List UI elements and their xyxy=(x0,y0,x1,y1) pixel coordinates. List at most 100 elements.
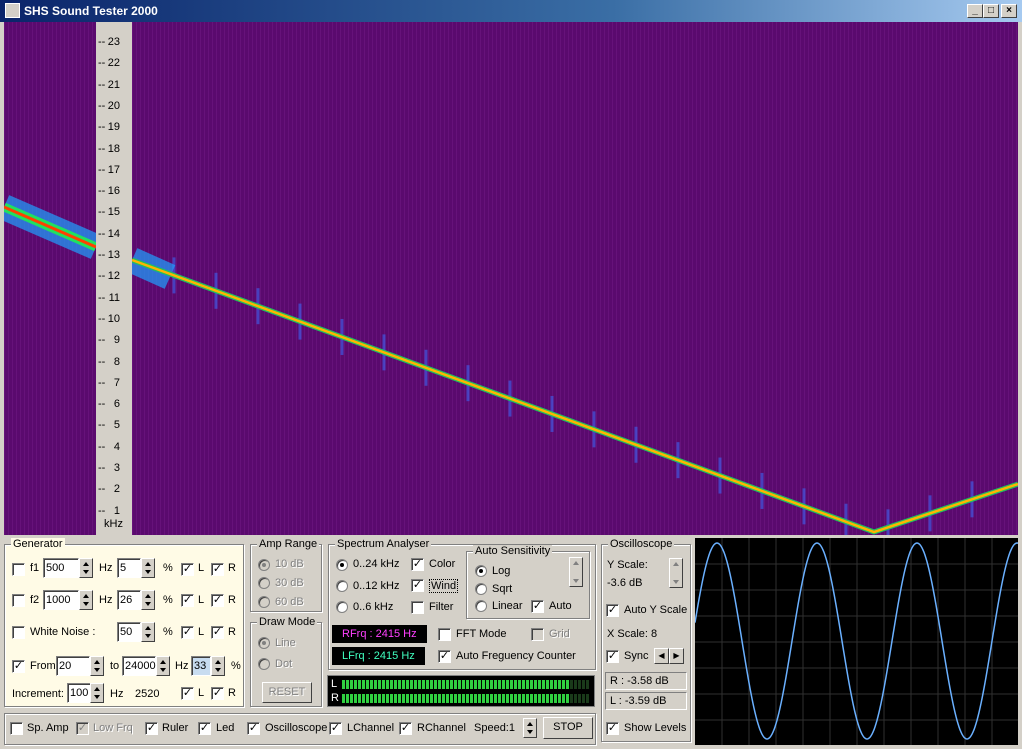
ruler-tick-label: 22 xyxy=(107,57,120,70)
right-frequency-readout: RFrq : 2415 Hz xyxy=(332,625,427,643)
amp-30db-radio[interactable] xyxy=(258,577,270,589)
sweep-from-spinner[interactable] xyxy=(90,656,104,676)
amp-range-title: Amp Range xyxy=(257,538,320,550)
sweep-left-checkbox[interactable]: ✓ xyxy=(181,687,194,700)
sweep-right-checkbox[interactable]: ✓ xyxy=(211,687,224,700)
range-12khz-radio[interactable] xyxy=(336,580,348,592)
f2-level-input[interactable]: 26 xyxy=(117,590,141,610)
app-icon xyxy=(5,3,20,18)
sweep-left-label: L xyxy=(198,687,205,699)
sweep-to-spinner[interactable] xyxy=(156,656,170,676)
white-noise-level-input[interactable]: 50 xyxy=(117,622,141,642)
sens-linear-radio[interactable] xyxy=(475,600,487,612)
sweep-unit: Hz xyxy=(175,660,189,672)
speed-spinner[interactable] xyxy=(523,718,537,738)
f1-left-checkbox[interactable]: ✓ xyxy=(181,563,194,576)
lchannel-label: LChannel xyxy=(347,722,395,734)
meter-right-fill xyxy=(342,694,571,703)
color-label: Color xyxy=(429,558,456,570)
maximize-button[interactable]: □ xyxy=(983,4,999,18)
f1-frequency-spinner[interactable] xyxy=(79,558,93,578)
speed-label: Speed:1 xyxy=(474,722,515,734)
lchannel-checkbox[interactable]: ✓ xyxy=(329,722,342,735)
white-noise-level-spinner[interactable] xyxy=(141,622,155,642)
sweep-from-label: From xyxy=(30,660,56,672)
range-6khz-radio[interactable] xyxy=(336,601,348,613)
draw-dot-radio[interactable] xyxy=(258,658,270,670)
sens-sqrt-label: Sqrt xyxy=(492,583,513,595)
auto-frequency-counter-checkbox[interactable]: ✓ xyxy=(438,650,451,663)
sync-left-arrow-icon[interactable]: ◀ xyxy=(654,648,669,664)
f1-level-spinner[interactable] xyxy=(141,558,155,578)
range-24khz-radio[interactable] xyxy=(336,559,348,571)
ruler-tick-label: 21 xyxy=(107,78,120,91)
left-level-readout: L : -3.59 dB xyxy=(605,692,687,710)
led-checkbox[interactable]: ✓ xyxy=(198,722,211,735)
ruler-checkbox[interactable]: ✓ xyxy=(145,722,158,735)
reset-button[interactable]: RESET xyxy=(262,682,312,703)
wind-checkbox[interactable]: ✓ xyxy=(411,579,424,592)
white-noise-left-checkbox[interactable]: ✓ xyxy=(181,626,194,639)
f2-frequency-spinner[interactable] xyxy=(79,590,93,610)
sync-checkbox[interactable]: ✓ xyxy=(606,650,619,663)
f1-label: f1 xyxy=(30,562,40,574)
sens-sqrt-radio[interactable] xyxy=(475,583,487,595)
ruler-tick-label: 11 xyxy=(108,291,120,304)
f2-left-label: L xyxy=(198,594,205,606)
white-noise-checkbox[interactable] xyxy=(12,626,25,639)
ruler-tick-label: 14 xyxy=(107,227,120,240)
draw-line-radio[interactable] xyxy=(258,637,270,649)
f2-checkbox[interactable] xyxy=(12,594,25,607)
grid-checkbox[interactable] xyxy=(531,628,544,641)
sync-right-arrow-icon[interactable]: ▶ xyxy=(669,648,684,664)
sweep-from-input[interactable]: 20 xyxy=(56,656,90,676)
f2-left-checkbox[interactable]: ✓ xyxy=(181,594,194,607)
draw-dot-label: Dot xyxy=(275,658,293,670)
f1-right-checkbox[interactable]: ✓ xyxy=(211,563,224,576)
current-frequency: 2520 xyxy=(135,688,160,700)
amp-10db-label: 10 dB xyxy=(275,558,304,570)
f1-checkbox[interactable] xyxy=(12,563,25,576)
white-noise-percent: % xyxy=(163,626,173,638)
ruler-tick-label: 9 xyxy=(113,334,120,347)
oscilloscope-checkbox[interactable]: ✓ xyxy=(247,722,260,735)
sweep-level-spinner[interactable] xyxy=(211,656,225,676)
show-levels-checkbox[interactable]: ✓ xyxy=(606,722,619,735)
f2-right-checkbox[interactable]: ✓ xyxy=(211,594,224,607)
rchannel-label: RChannel xyxy=(417,722,466,734)
f2-level-spinner[interactable] xyxy=(141,590,155,610)
sens-log-radio[interactable] xyxy=(475,565,487,577)
sensitivity-spinner[interactable] xyxy=(569,557,583,587)
led-label: Led xyxy=(216,722,235,734)
f1-level-input[interactable]: 5 xyxy=(117,558,141,578)
f1-frequency-input[interactable]: 500 xyxy=(43,558,79,578)
fft-mode-checkbox[interactable] xyxy=(438,628,451,641)
increment-input[interactable]: 100 xyxy=(67,683,91,703)
f2-frequency-input[interactable]: 1000 xyxy=(43,590,79,610)
sens-auto-checkbox[interactable]: ✓ xyxy=(531,600,544,613)
sp-amp-checkbox[interactable] xyxy=(10,722,23,735)
color-checkbox[interactable]: ✓ xyxy=(411,558,424,571)
f2-unit: Hz xyxy=(99,594,113,606)
sweep-checkbox[interactable]: ✓ xyxy=(12,660,25,673)
grid-label: Grid xyxy=(549,628,570,640)
increment-spinner[interactable] xyxy=(90,683,104,703)
y-scale-spinner[interactable] xyxy=(669,558,683,588)
close-button[interactable]: × xyxy=(1001,4,1017,18)
left-frequency-readout: LFrq : 2415 Hz xyxy=(332,647,425,665)
low-frq-checkbox[interactable]: ✓ xyxy=(76,722,89,735)
sweep-level-input[interactable]: 33 xyxy=(191,656,211,676)
sweep-to-input[interactable]: 24000 xyxy=(122,656,156,676)
ruler-tick-label: 13 xyxy=(107,249,120,261)
title-bar: SHS Sound Tester 2000 _ □ × xyxy=(0,0,1022,22)
filter-checkbox[interactable] xyxy=(411,601,424,614)
stop-button[interactable]: STOP xyxy=(543,717,593,739)
amp-10db-radio[interactable] xyxy=(258,559,270,571)
amp-60db-radio[interactable] xyxy=(258,596,270,608)
white-noise-right-checkbox[interactable]: ✓ xyxy=(211,626,224,639)
increment-unit: Hz xyxy=(110,688,124,700)
draw-mode-title: Draw Mode xyxy=(257,616,318,628)
rchannel-checkbox[interactable]: ✓ xyxy=(399,722,412,735)
auto-y-scale-checkbox[interactable]: ✓ xyxy=(606,604,619,617)
minimize-button[interactable]: _ xyxy=(967,4,983,18)
